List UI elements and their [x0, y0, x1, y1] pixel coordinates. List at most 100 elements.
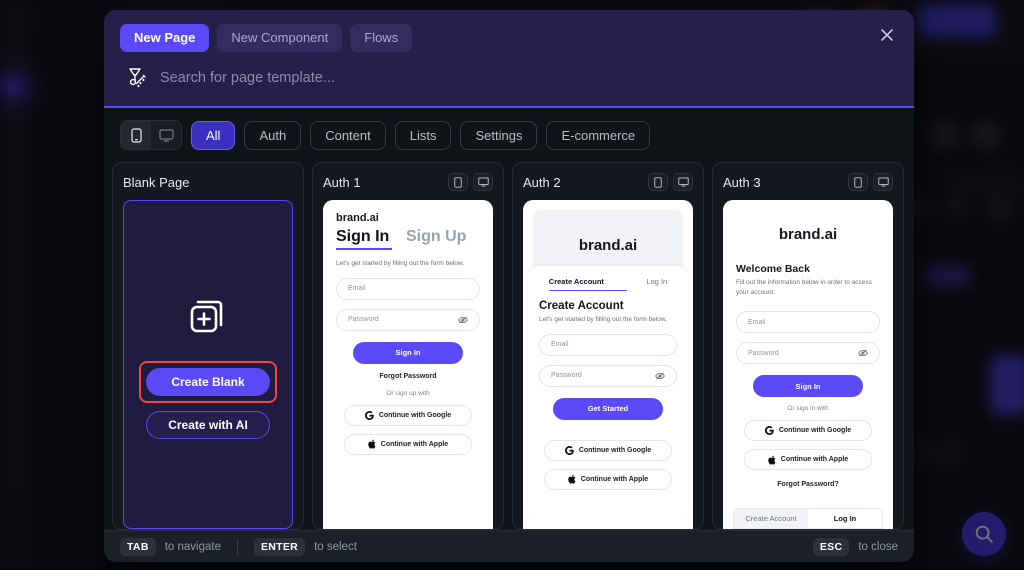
brand-logo: brand.ai: [578, 236, 638, 254]
password-field[interactable]: Password: [539, 364, 677, 387]
key-esc: ESC: [812, 537, 850, 556]
close-button[interactable]: [874, 22, 900, 48]
device-toggle-desktop[interactable]: [151, 121, 181, 149]
filter-chip-content[interactable]: Content: [310, 120, 386, 151]
forgot-password-link[interactable]: Forgot Password?: [736, 481, 880, 488]
card-mobile-toggle[interactable]: [848, 173, 868, 192]
tab-log-in[interactable]: Log In: [646, 277, 667, 291]
template-card-auth-2[interactable]: Auth 2 brand.ai Create Account Log In Cr…: [512, 162, 704, 530]
card-header: Auth 2: [523, 172, 693, 192]
bottom-tab-create-account[interactable]: Create Account: [734, 509, 808, 528]
or-divider-text: Or sign up with: [386, 389, 430, 397]
eye-off-icon[interactable]: [458, 316, 468, 324]
sign-in-button[interactable]: Sign In: [353, 341, 463, 364]
card-mobile-toggle[interactable]: [448, 173, 468, 192]
continue-with-google-button[interactable]: Continue with Google: [344, 404, 472, 426]
apple-icon: [768, 455, 776, 465]
eye-off-icon[interactable]: [858, 349, 868, 357]
auth3-bottom-tabbar: Create Account Log In: [733, 508, 883, 529]
card-device-toggles: [648, 173, 693, 192]
tab-create-account[interactable]: Create Account: [548, 277, 627, 292]
brand-logo: brand.ai: [336, 212, 379, 225]
template-card-auth-3[interactable]: Auth 3 brand.ai Welcome Back Fill out th…: [712, 162, 904, 530]
desktop-icon: [877, 177, 889, 187]
card-header: Auth 1: [323, 172, 493, 192]
form-subtitle: Let's get started by filling out the for…: [539, 316, 668, 324]
continue-with-apple-button[interactable]: Continue with Apple: [344, 433, 472, 455]
card-device-toggles: [848, 173, 893, 192]
template-search-row: [120, 52, 898, 106]
tab-flows[interactable]: Flows: [350, 24, 413, 53]
form-heading: Create Account: [539, 300, 624, 313]
email-field[interactable]: Email: [736, 311, 880, 334]
desktop-icon: [677, 177, 689, 187]
email-field[interactable]: Email: [336, 277, 480, 300]
template-grid: Blank Page Create Blank Create with AI A…: [104, 162, 914, 530]
magic-wand-icon: [122, 64, 150, 92]
filter-chip-settings[interactable]: Settings: [460, 120, 538, 151]
hint-tab: to navigate: [164, 540, 221, 553]
card-desktop-toggle[interactable]: [473, 173, 493, 192]
apple-icon: [368, 439, 376, 449]
blank-page-preview: Create Blank Create with AI: [123, 200, 293, 529]
mobile-icon: [854, 177, 862, 188]
forgot-password-link[interactable]: Forgot Password: [336, 373, 480, 380]
google-icon: [564, 445, 574, 455]
card-mobile-toggle[interactable]: [648, 173, 668, 192]
card-title: Blank Page: [123, 174, 190, 190]
continue-with-apple-button[interactable]: Continue with Apple: [544, 468, 672, 490]
tab-sign-up[interactable]: Sign Up: [406, 228, 466, 250]
password-field[interactable]: Password: [736, 342, 880, 365]
footer-divider: [236, 538, 238, 555]
continue-with-google-button[interactable]: Continue with Google: [744, 420, 872, 442]
google-icon: [364, 410, 374, 420]
apple-icon: [568, 474, 576, 484]
eye-off-icon[interactable]: [655, 372, 665, 380]
filter-bar: All Auth Content Lists Settings E-commer…: [104, 108, 914, 163]
continue-with-google-button[interactable]: Continue with Google: [544, 439, 672, 461]
hint-esc: to close: [858, 540, 898, 553]
tab-new-page[interactable]: New Page: [120, 24, 210, 53]
filter-chip-ecommerce[interactable]: E-commerce: [546, 120, 651, 151]
filter-chip-auth[interactable]: Auth: [244, 120, 302, 151]
password-field[interactable]: Password: [336, 308, 480, 331]
filter-chip-all[interactable]: All: [191, 120, 236, 151]
or-divider-text: Or sign in with: [787, 405, 829, 413]
form-subtitle: Fill out the information below in order …: [736, 279, 872, 296]
brand-logo: brand.ai: [778, 226, 838, 244]
sign-in-button[interactable]: Sign In: [753, 375, 863, 398]
tab-sign-in[interactable]: Sign In: [336, 228, 392, 251]
auth2-form-sheet: Create Account Log In Create Account Let…: [528, 266, 688, 516]
card-desktop-toggle[interactable]: [873, 173, 893, 192]
create-login-tabs: Create Account Log In: [539, 277, 677, 292]
create-blank-selection-ring: Create Blank: [139, 361, 277, 404]
add-pages-icon: [184, 290, 232, 343]
device-toggle-mobile[interactable]: [121, 121, 151, 150]
card-header: Auth 3: [723, 172, 893, 192]
new-page-modal: New Page New Component Flows Search for …: [104, 10, 914, 562]
get-started-button[interactable]: Get Started: [553, 397, 663, 420]
device-toggle-group: [120, 120, 182, 151]
create-blank-button[interactable]: Create Blank: [146, 368, 270, 397]
create-with-ai-button[interactable]: Create with AI: [146, 411, 270, 440]
card-desktop-toggle[interactable]: [673, 173, 693, 192]
filter-chip-lists[interactable]: Lists: [394, 120, 452, 151]
mobile-icon: [130, 128, 142, 143]
bottom-tab-log-in[interactable]: Log In: [808, 509, 882, 528]
search-input[interactable]: [160, 70, 896, 87]
card-title: Auth 1: [323, 174, 361, 190]
card-title: Auth 3: [723, 174, 761, 190]
tab-new-component[interactable]: New Component: [217, 24, 343, 53]
modal-footer: TAB to navigate ENTER to select ESC to c…: [104, 530, 914, 562]
mobile-icon: [654, 177, 662, 188]
desktop-icon: [158, 129, 174, 142]
template-card-auth-1[interactable]: Auth 1 brand.ai Sign In Sign Up Let's ge…: [312, 162, 504, 530]
template-card-blank-page[interactable]: Blank Page Create Blank Create with AI: [112, 162, 304, 530]
card-device-toggles: [448, 173, 493, 192]
form-subtitle: Let's get started by filling out the for…: [336, 260, 465, 268]
email-field[interactable]: Email: [539, 333, 677, 356]
key-tab: TAB: [120, 537, 156, 556]
hint-enter: to select: [314, 540, 357, 553]
auth1-preview: brand.ai Sign In Sign Up Let's get start…: [323, 200, 493, 529]
continue-with-apple-button[interactable]: Continue with Apple: [744, 449, 872, 471]
